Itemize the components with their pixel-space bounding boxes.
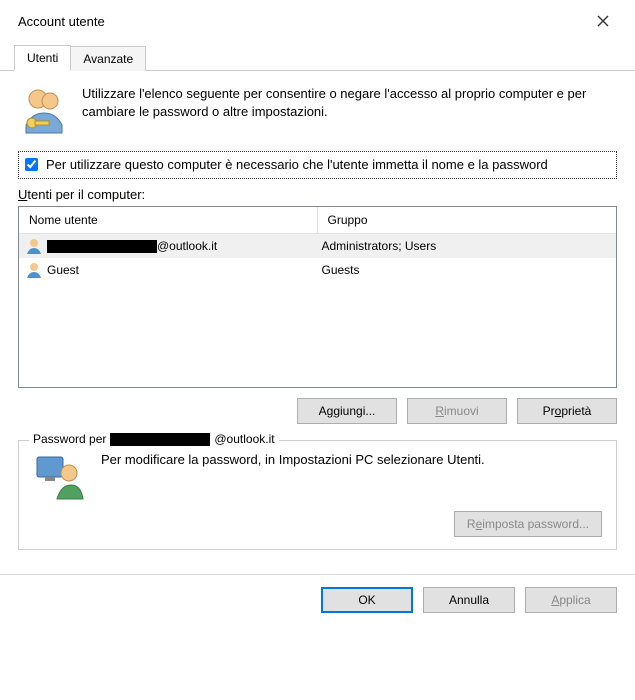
ok-button[interactable]: OK [321, 587, 413, 613]
username: Guest [47, 263, 79, 277]
list-item[interactable]: Guest Guests [19, 258, 616, 282]
user-group: Guests [312, 263, 611, 277]
add-button[interactable]: Aggiungi... [297, 398, 397, 424]
column-header-group[interactable]: Gruppo [318, 207, 617, 233]
reset-password-button: Reimposta password... [454, 511, 602, 537]
require-login-label: Per utilizzare questo computer è necessa… [46, 156, 548, 174]
user-list-label: Utenti per il computer: [18, 187, 617, 202]
user-list-header: Nome utente Gruppo [19, 207, 616, 234]
password-groupbox: Password per @outlook.it Per modificare … [18, 440, 617, 550]
cancel-button[interactable]: Annulla [423, 587, 515, 613]
column-header-username[interactable]: Nome utente [19, 207, 318, 233]
apply-button: Applica [525, 587, 617, 613]
user-list[interactable]: Nome utente Gruppo @outlook.it Administr… [18, 206, 617, 388]
close-icon [597, 15, 609, 27]
tab-users[interactable]: Utenti [14, 45, 71, 71]
user-icon [25, 237, 43, 255]
tab-advanced[interactable]: Avanzate [70, 46, 146, 71]
password-info-text: Per modificare la password, in Impostazi… [101, 451, 485, 469]
remove-button: Rimuovi [407, 398, 507, 424]
users-keys-icon [18, 85, 70, 137]
require-login-checkbox-row: Per utilizzare questo computer è necessa… [18, 151, 617, 179]
user-icon [25, 261, 43, 279]
properties-button[interactable]: Proprietà [517, 398, 617, 424]
tab-bar: Utenti Avanzate [0, 44, 635, 71]
user-group: Administrators; Users [312, 239, 611, 253]
password-groupbox-legend: Password per @outlook.it [29, 432, 279, 446]
require-login-checkbox[interactable] [25, 158, 38, 171]
redacted-username [110, 433, 210, 446]
close-button[interactable] [583, 7, 623, 35]
redacted-username [47, 240, 157, 253]
dialog-footer: OK Annulla Applica [0, 574, 635, 625]
window-title: Account utente [18, 14, 105, 29]
intro-text: Utilizzare l'elenco seguente per consent… [82, 85, 617, 121]
user-monitor-icon [33, 451, 85, 503]
username-suffix: @outlook.it [157, 239, 217, 253]
list-item[interactable]: @outlook.it Administrators; Users [19, 234, 616, 258]
